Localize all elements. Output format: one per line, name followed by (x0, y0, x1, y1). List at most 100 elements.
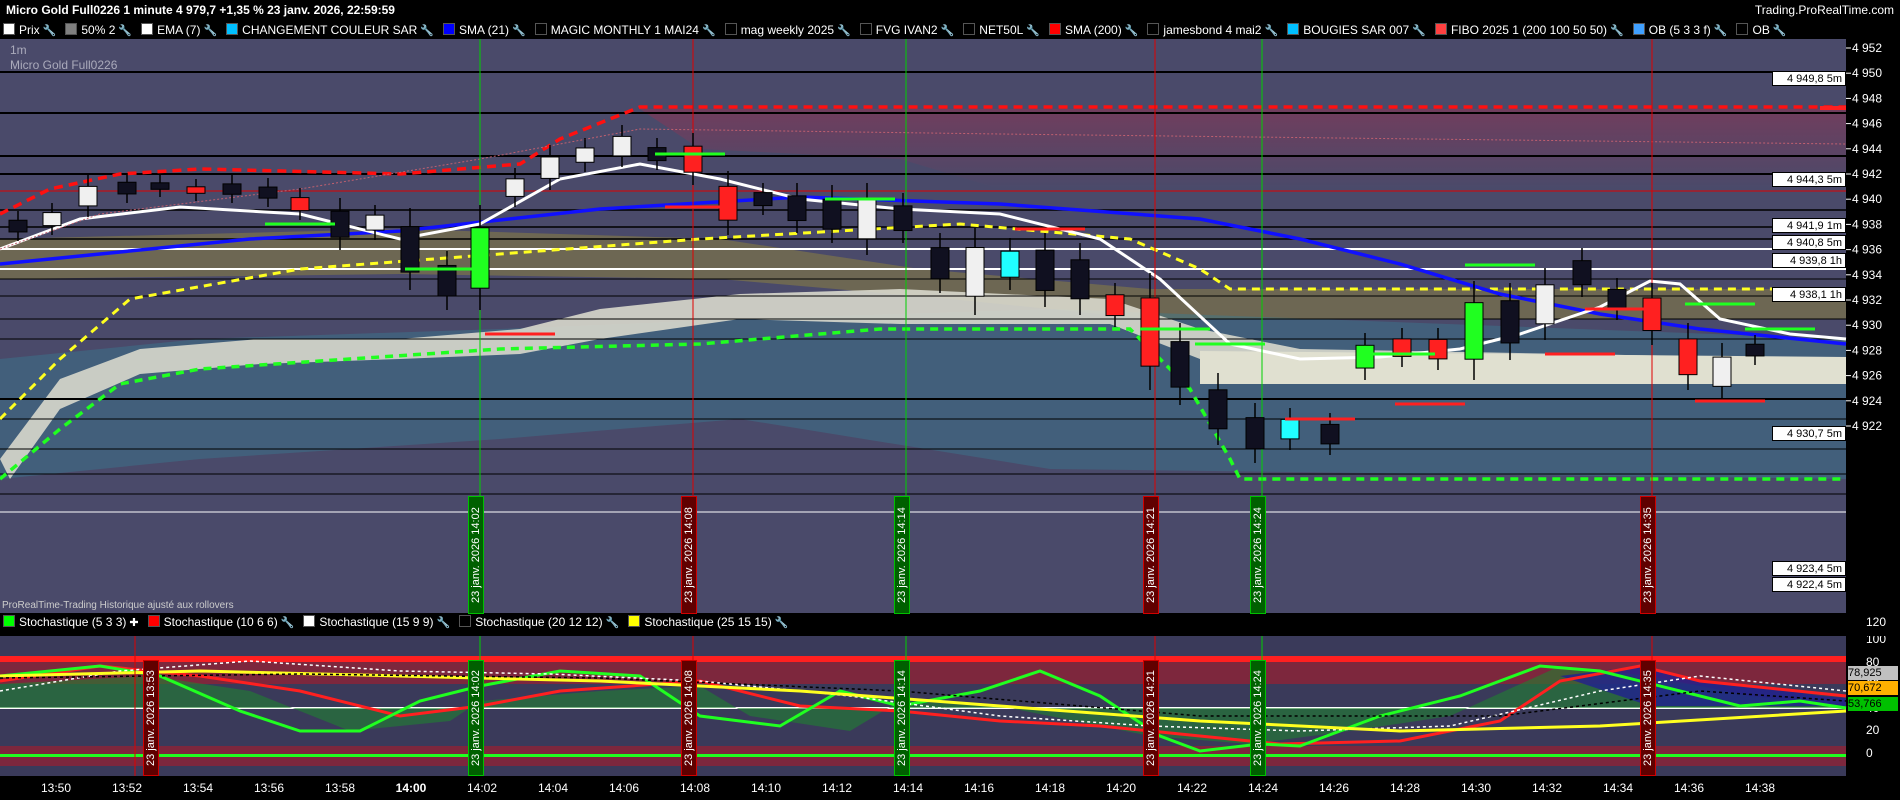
candle (258, 186, 278, 199)
session-marker-label: 23 janv. 2026 14:24 (1250, 496, 1266, 614)
wrench-icon[interactable]: 🔧 (941, 22, 955, 39)
stochastic-color-swatch (459, 615, 472, 627)
indicator-13[interactable]: OB (5 3 3 f) 🔧 (1630, 21, 1728, 39)
window-titlebar: Micro Gold Full0226 1 minute 4 979,7 +1,… (0, 0, 1900, 21)
time-tick: 14:18 (1034, 781, 1066, 795)
candle (1320, 423, 1340, 445)
indicator-4[interactable]: SMA (21) 🔧 (440, 21, 526, 39)
price-level-label: 4 944,3 5m (1772, 172, 1846, 187)
indicator-label: CHANGEMENT COULEUR SAR (242, 23, 418, 37)
time-tick: 14:24 (1247, 781, 1279, 795)
wrench-icon[interactable]: 🔧 (281, 614, 295, 633)
indicator-6[interactable]: mag weekly 2025 🔧 (722, 21, 851, 39)
wrench-icon[interactable]: 🔧 (1714, 22, 1728, 39)
stochastic-chart[interactable]: 100806040200 (0, 636, 1900, 776)
instrument-label: Micro Gold Full0226 (10, 58, 118, 72)
indicator-label: EMA (7) (157, 23, 201, 37)
wrench-icon[interactable]: 🔧 (1264, 22, 1278, 39)
time-tick: 14:34 (1602, 781, 1634, 795)
price-tick: 4 934 (1852, 268, 1882, 282)
indicator-color-swatch (1434, 23, 1447, 35)
time-tick: 14:02 (466, 781, 498, 795)
stochastic-4[interactable]: Stochastique (25 15 15) 🔧 (625, 613, 788, 633)
indicator-1[interactable]: 50% 2 🔧 (62, 21, 132, 39)
candle (753, 192, 773, 207)
plus-icon[interactable]: ✚ (129, 614, 138, 633)
time-tick: 14:08 (679, 781, 711, 795)
candle (222, 183, 242, 195)
indicator-7[interactable]: FVG IVAN2 🔧 (857, 21, 955, 39)
candle (1464, 302, 1484, 360)
wrench-icon[interactable]: 🔧 (1412, 22, 1426, 39)
candle (575, 147, 595, 163)
price-tick: 4 938 (1852, 217, 1882, 231)
wrench-icon[interactable]: 🔧 (118, 22, 132, 39)
wrench-icon[interactable]: 🔧 (43, 22, 57, 39)
candle (78, 185, 98, 207)
price-tick: 4 950 (1852, 66, 1882, 80)
stochastic-color-swatch (3, 615, 15, 627)
stochastic-2[interactable]: Stochastique (15 9 9) 🔧 (300, 613, 450, 633)
candle (42, 212, 62, 227)
stochastic-label: Stochastique (25 15 15) (644, 615, 772, 629)
candle (400, 226, 420, 273)
candle (8, 219, 28, 233)
indicator-8[interactable]: NET50L 🔧 (960, 21, 1040, 39)
time-axis: 13:50 13:52 13:54 13:56 13:58 14:00 14:02 14:04… (0, 776, 1900, 800)
candle (1500, 300, 1520, 344)
time-tick: 14:06 (608, 781, 640, 795)
stoch-tick: 0 (1866, 746, 1873, 760)
time-tick: 14:04 (537, 781, 569, 795)
candle (718, 185, 738, 221)
indicator-14[interactable]: OB 🔧 (1733, 21, 1787, 39)
price-tick: 4 940 (1852, 192, 1882, 206)
indicator-3[interactable]: CHANGEMENT COULEUR SAR 🔧 (223, 21, 434, 39)
session-marker-label: 23 janv. 2026 14:02 (468, 660, 484, 776)
wrench-icon[interactable]: 🔧 (1026, 22, 1040, 39)
indicator-label: SMA (200) (1065, 23, 1122, 37)
time-tick: 13:56 (253, 781, 285, 795)
candle (1607, 288, 1627, 310)
stochastic-1[interactable]: Stochastique (10 6 6) 🔧 (145, 613, 295, 633)
indicator-label: NET50L (979, 23, 1024, 37)
indicator-5[interactable]: MAGIC MONTHLY 1 MAI24 🔧 (532, 21, 716, 39)
indicator-bar: Prix 🔧 50% 2 🔧 EMA (7) 🔧 CHANGEMENT COULEUR SA… (0, 21, 1846, 39)
wrench-icon[interactable]: 🔧 (606, 614, 620, 633)
indicator-color-swatch (1147, 23, 1160, 35)
wrench-icon[interactable]: 🔧 (1610, 22, 1624, 39)
price-tick: 4 944 (1852, 142, 1882, 156)
wrench-icon[interactable]: 🔧 (702, 22, 716, 39)
time-tick: 14:26 (1318, 781, 1350, 795)
indicator-11[interactable]: BOUGIES SAR 007 🔧 (1284, 21, 1426, 39)
stoch-value-label: 53,766 (1848, 697, 1898, 711)
indicator-12[interactable]: FIBO 2025 1 (200 100 50 50) 🔧 (1432, 21, 1624, 39)
wrench-icon[interactable]: 🔧 (420, 22, 434, 39)
stochastic-color-swatch (303, 615, 316, 627)
stoch-tick: 20 (1866, 723, 1880, 737)
stochastic-0[interactable]: Stochastique (5 3 3) ✚ (0, 613, 139, 633)
session-marker-label: 23 janv. 2026 14:21 (1143, 660, 1159, 776)
wrench-icon[interactable]: 🔧 (436, 614, 450, 633)
indicator-9[interactable]: SMA (200) 🔧 (1046, 21, 1138, 39)
price-chart[interactable]: 4 952 4 950 4 948 4 946 4 944 4 942 4 940 4 938… (0, 39, 1900, 613)
wrench-icon[interactable]: 🔧 (1773, 22, 1787, 39)
session-marker-label: 23 janv. 2026 14:14 (894, 660, 910, 776)
candle (1712, 356, 1732, 387)
oversold-band (0, 754, 1846, 757)
candle (1170, 341, 1190, 388)
indicator-label: OB (5 3 3 f) (1648, 23, 1711, 37)
wrench-icon[interactable]: 🔧 (775, 614, 789, 633)
wrench-icon[interactable]: 🔧 (512, 22, 526, 39)
wrench-icon[interactable]: 🔧 (837, 22, 851, 39)
stochastic-3[interactable]: Stochastique (20 12 12) 🔧 (456, 613, 619, 633)
indicator-color-swatch (141, 23, 154, 35)
price-tick: 4 930 (1852, 318, 1882, 332)
indicator-10[interactable]: jamesbond 4 mai2 🔧 (1144, 21, 1278, 39)
candle (540, 156, 560, 179)
wrench-icon[interactable]: 🔧 (203, 22, 217, 39)
indicator-label: 50% 2 (81, 23, 116, 37)
wrench-icon[interactable]: 🔧 (1125, 22, 1139, 39)
indicator-2[interactable]: EMA (7) 🔧 (138, 21, 217, 39)
indicator-0[interactable]: Prix 🔧 (0, 21, 56, 39)
price-level-label: 4 940,8 5m (1772, 235, 1846, 250)
